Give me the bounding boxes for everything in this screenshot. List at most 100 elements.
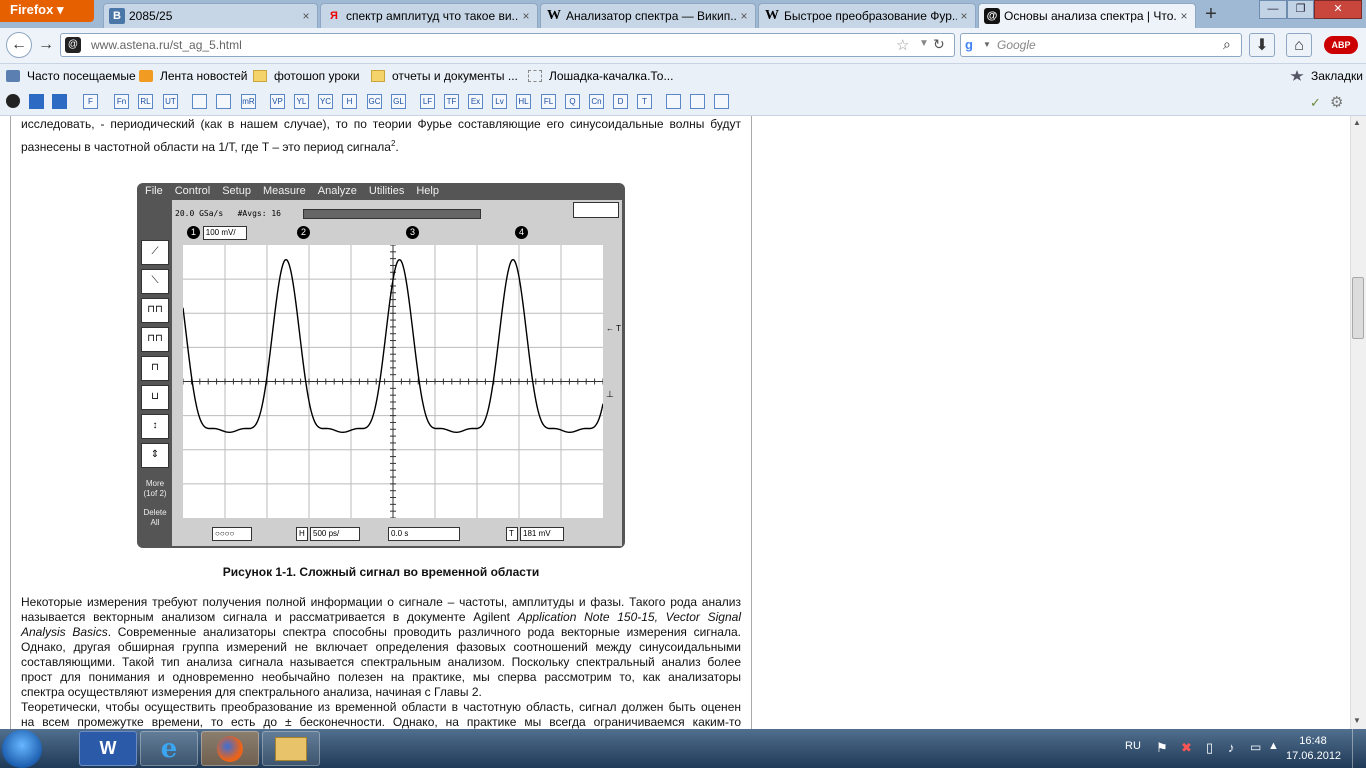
forward-button[interactable]: →	[36, 35, 56, 55]
addon-button-1[interactable]: Fn	[114, 94, 129, 109]
close-tab-icon[interactable]: ×	[737, 9, 751, 23]
scope-menu-control: Control	[174, 185, 211, 197]
close-tab-icon[interactable]: ×	[957, 9, 971, 23]
start-button[interactable]	[2, 730, 42, 768]
display-icon[interactable]: ▭	[1250, 740, 1261, 754]
addon-button-5[interactable]	[216, 94, 231, 109]
addon-button-10[interactable]: H	[342, 94, 357, 109]
addon-button-23[interactable]	[666, 94, 681, 109]
flag-icon[interactable]: ⚑	[1156, 740, 1168, 756]
google-icon[interactable]: g	[965, 37, 973, 52]
trigger-level-field: 181 mV	[520, 527, 564, 541]
gear-icon[interactable]: ⚙	[1330, 93, 1343, 111]
tray-arrow-icon[interactable]: ▲	[1268, 740, 1279, 752]
explorer-taskbar-icon[interactable]	[262, 731, 320, 766]
bookmark-label: Лошадка-качалка.То...	[549, 69, 674, 83]
scroll-up-icon[interactable]: ▲	[1353, 118, 1361, 127]
search-bar[interactable]: g ▼ Google ⌕	[960, 33, 1242, 57]
layout-icon[interactable]	[29, 94, 44, 109]
home-button[interactable]: ⌂	[1286, 33, 1312, 57]
rise-time-icon: ⟋	[141, 240, 169, 265]
scope-menu-analyze: Analyze	[317, 185, 357, 197]
close-tab-icon[interactable]: ×	[519, 9, 533, 23]
close-tab-icon[interactable]: ×	[1177, 9, 1191, 23]
addon-button-9[interactable]: YC	[318, 94, 333, 109]
check-list-icon[interactable]: ✓	[1310, 95, 1321, 111]
addon-button-7[interactable]: VP	[270, 94, 285, 109]
scrollbar-thumb[interactable]	[1352, 277, 1364, 339]
tab-yandex[interactable]: Я спектр амплитуд что такое ви... ×	[320, 3, 538, 28]
addon-button-0[interactable]: F	[83, 94, 98, 109]
layout-alt-icon[interactable]	[52, 94, 67, 109]
addon-button-19[interactable]: Q	[565, 94, 580, 109]
bookmark-most-visited[interactable]: Часто посещаемые	[6, 69, 136, 83]
search-icon[interactable]: ⌕	[1223, 36, 1231, 53]
system-clock[interactable]: 16:48 17.06.2012	[1286, 734, 1341, 764]
battery-icon[interactable]: ▯	[1206, 740, 1213, 756]
addon-button-21[interactable]: D	[613, 94, 628, 109]
addon-button-22[interactable]: T	[637, 94, 652, 109]
addon-button-8[interactable]: YL	[294, 94, 309, 109]
addon-button-3[interactable]: UT	[163, 94, 178, 109]
scroll-down-icon[interactable]: ▼	[1353, 716, 1361, 725]
bookmark-reports[interactable]: отчеты и документы ...	[371, 69, 518, 83]
star-icon	[1290, 70, 1304, 81]
firefox-taskbar-icon[interactable]	[201, 731, 259, 766]
adblock-button[interactable]: ABP	[1324, 36, 1358, 54]
volume-icon[interactable]: ♪	[1228, 740, 1235, 755]
folder-icon	[371, 70, 385, 82]
trigger-marker: ← T	[606, 324, 621, 333]
close-window-button[interactable]: ✕	[1314, 0, 1362, 19]
addon-button-15[interactable]: Ex	[468, 94, 483, 109]
network-icon[interactable]: ✖	[1181, 740, 1192, 756]
engine-dropdown-icon[interactable]: ▼	[983, 40, 991, 49]
bookmarks-menu[interactable]: Закладки	[1290, 69, 1363, 83]
addon-button-4[interactable]	[192, 94, 207, 109]
firefox-menu-button[interactable]: Firefox ▾	[0, 0, 94, 22]
close-tab-icon[interactable]: ×	[299, 9, 313, 23]
pulse-width-icon: ⊓	[141, 356, 169, 381]
downloads-button[interactable]: ⬇	[1249, 33, 1275, 57]
vertical-scrollbar[interactable]	[1350, 116, 1366, 729]
scope-bottom-bar: ○○○○ H 500 ps/ 0.0 s T 181 mV	[180, 526, 618, 542]
url-dropdown-icon[interactable]: ▼	[919, 38, 929, 49]
tab-wiki-analyzer[interactable]: W Анализатор спектра — Викип... ×	[540, 3, 756, 28]
bookmark-news-feed[interactable]: Лента новостей	[139, 69, 248, 83]
addon-button-24[interactable]	[690, 94, 705, 109]
tab-wiki-fft[interactable]: W Быстрое преобразование Фур... ×	[758, 3, 976, 28]
language-indicator[interactable]: RU	[1125, 740, 1141, 752]
addon-button-12[interactable]: GL	[391, 94, 406, 109]
internet-explorer-icon[interactable]: e	[140, 731, 198, 766]
addon-button-13[interactable]: LF	[420, 94, 435, 109]
bookmark-photoshop[interactable]: фотошоп уроки	[253, 69, 360, 83]
paragraph-2-line-7: спектра осуществляют измерения для спект…	[21, 685, 482, 699]
addon-button-18[interactable]: FL	[541, 94, 556, 109]
addon-button-17[interactable]: HL	[516, 94, 531, 109]
search-placeholder: Google	[997, 38, 1036, 52]
addon-button-11[interactable]: GC	[367, 94, 382, 109]
minimize-button[interactable]: —	[1259, 0, 1287, 19]
bookmark-horse[interactable]: Лошадка-качалка.То...	[528, 69, 673, 83]
tab-vk[interactable]: В 2085/25 ×	[103, 3, 318, 28]
bookmark-star-icon[interactable]: ☆	[896, 36, 909, 54]
addon-button-25[interactable]	[714, 94, 729, 109]
paragraph-2-text: . Современные анализаторы спектра способ…	[107, 625, 741, 639]
reload-icon[interactable]: ↻	[933, 36, 945, 53]
addon-button-20[interactable]: Cn	[589, 94, 604, 109]
channel-3-label: 3	[406, 224, 419, 242]
address-bar[interactable]: @ www.astena.ru/st_ag_5.html ☆ ▼ ↻	[60, 33, 955, 57]
addon-button-2[interactable]: RL	[138, 94, 153, 109]
tab-astena-active[interactable]: @ Основы анализа спектра | Что... ×	[978, 3, 1196, 28]
horizontal-label: H	[296, 527, 308, 541]
addon-logo-icon[interactable]	[6, 94, 20, 108]
word-taskbar-icon[interactable]: W	[79, 731, 137, 766]
addon-button-16[interactable]: Lv	[492, 94, 507, 109]
show-desktop-button[interactable]	[1352, 729, 1366, 768]
paragraph-2-line-1: Некоторые измерения требуют получения по…	[21, 595, 741, 609]
back-button[interactable]: ←	[6, 32, 32, 58]
addon-button-14[interactable]: TF	[444, 94, 459, 109]
new-tab-button[interactable]: +	[1198, 4, 1224, 26]
maximize-button[interactable]: ❐	[1287, 0, 1314, 19]
addon-button-6[interactable]: mR	[241, 94, 256, 109]
channel-number: 4	[515, 225, 528, 239]
